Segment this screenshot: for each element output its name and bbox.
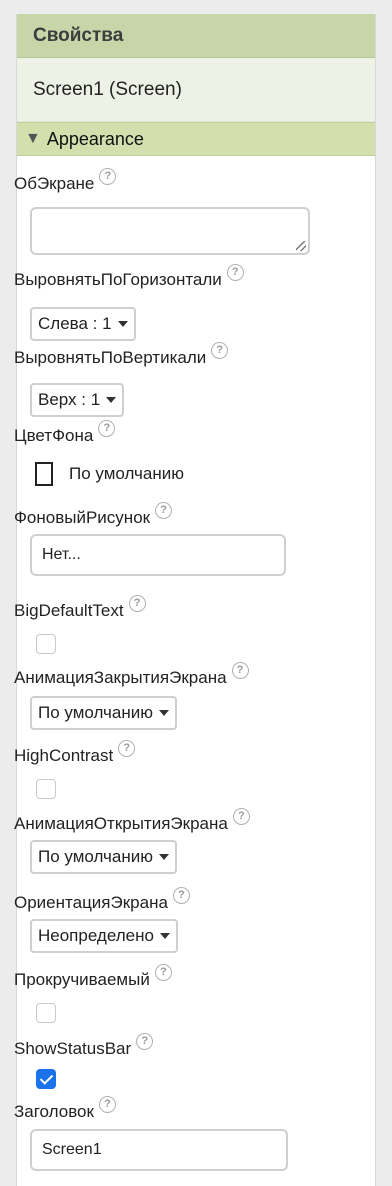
background-image-label: ФоновыйРисунок	[14, 508, 151, 527]
caret-down-icon	[158, 710, 169, 716]
close-animation-dropdown[interactable]: По умолчанию	[30, 696, 177, 730]
prop-background-color: ЦветФона ?	[14, 420, 116, 446]
caret-down-icon	[158, 854, 169, 860]
prop-screen-orientation: ОриентацияЭкрана ?	[14, 887, 190, 913]
help-icon[interactable]: ?	[99, 168, 117, 185]
background-color-label: ЦветФона	[14, 426, 94, 445]
about-screen-textarea[interactable]	[30, 207, 310, 255]
prop-open-animation: АнимацияОткрытияЭкрана ?	[14, 808, 250, 834]
open-animation-dropdown[interactable]: По умолчанию	[30, 840, 177, 874]
help-icon[interactable]: ?	[98, 420, 116, 437]
prop-background-image: ФоновыйРисунок ?	[14, 502, 173, 528]
help-icon[interactable]: ?	[98, 1096, 116, 1113]
big-default-text-label: BigDefaultText	[14, 601, 124, 620]
prop-align-horizontal: ВыровнятьПоГоризонтали ?	[14, 264, 244, 290]
show-status-bar-checkbox[interactable]	[36, 1069, 56, 1089]
align-vertical-dropdown[interactable]: Верх : 1	[30, 383, 125, 417]
prop-align-vertical: ВыровнятьПоВертикали ?	[14, 342, 229, 368]
align-horizontal-label: ВыровнятьПоГоризонтали	[14, 270, 222, 289]
big-default-text-checkbox[interactable]	[36, 634, 56, 654]
prop-scrollable: Прокручиваемый ?	[14, 964, 172, 990]
prop-show-status-bar: ShowStatusBar ?	[14, 1033, 154, 1059]
prop-close-animation: АнимацияЗакрытияЭкрана ?	[14, 662, 249, 688]
help-icon[interactable]: ?	[155, 502, 173, 519]
align-vertical-label: ВыровнятьПоВертикали	[14, 348, 207, 367]
about-screen-label: ОбЭкране	[14, 174, 95, 193]
collapse-triangle-icon: ▼	[25, 130, 41, 147]
help-icon[interactable]: ?	[154, 964, 172, 981]
caret-down-icon	[106, 397, 117, 403]
help-icon[interactable]: ?	[226, 264, 244, 281]
show-status-bar-label: ShowStatusBar	[14, 1039, 132, 1058]
background-image-picker[interactable]: Нет...	[30, 534, 286, 576]
prop-about-screen: ОбЭкране ?	[14, 168, 117, 194]
caret-down-icon	[117, 321, 128, 327]
open-animation-label: АнимацияОткрытияЭкрана	[14, 814, 228, 833]
help-icon[interactable]: ?	[118, 740, 136, 757]
panel-title: Свойства	[17, 14, 375, 58]
help-icon[interactable]: ?	[172, 887, 190, 904]
scrollable-label: Прокручиваемый	[14, 970, 150, 989]
screen-orientation-dropdown[interactable]: Неопределено	[30, 919, 178, 953]
component-name: Screen1 (Screen)	[17, 58, 375, 122]
section-label: Appearance	[46, 128, 144, 149]
prop-title: Заголовок ?	[14, 1096, 116, 1122]
high-contrast-checkbox[interactable]	[36, 779, 56, 799]
close-animation-label: АнимацияЗакрытияЭкрана	[14, 668, 227, 687]
background-color-picker[interactable]: По умолчанию	[35, 462, 184, 486]
help-icon[interactable]: ?	[136, 1033, 154, 1050]
high-contrast-label: HighContrast	[14, 746, 114, 765]
prop-big-default-text: BigDefaultText ?	[14, 595, 146, 621]
prop-high-contrast: HighContrast ?	[14, 740, 136, 766]
help-icon[interactable]: ?	[211, 342, 229, 359]
color-swatch[interactable]	[35, 462, 53, 486]
scrollable-checkbox[interactable]	[36, 1003, 56, 1023]
help-icon[interactable]: ?	[231, 662, 249, 679]
screen-orientation-label: ОриентацияЭкрана	[14, 893, 168, 912]
title-label: Заголовок	[14, 1102, 94, 1121]
help-icon[interactable]: ?	[232, 808, 250, 825]
caret-down-icon	[159, 933, 170, 939]
align-horizontal-dropdown[interactable]: Слева : 1	[30, 307, 136, 341]
appearance-section-toggle[interactable]: ▼ Appearance	[17, 122, 375, 156]
help-icon[interactable]: ?	[128, 595, 146, 612]
title-input[interactable]: Screen1	[30, 1129, 288, 1171]
resize-grip-icon[interactable]	[296, 241, 306, 251]
